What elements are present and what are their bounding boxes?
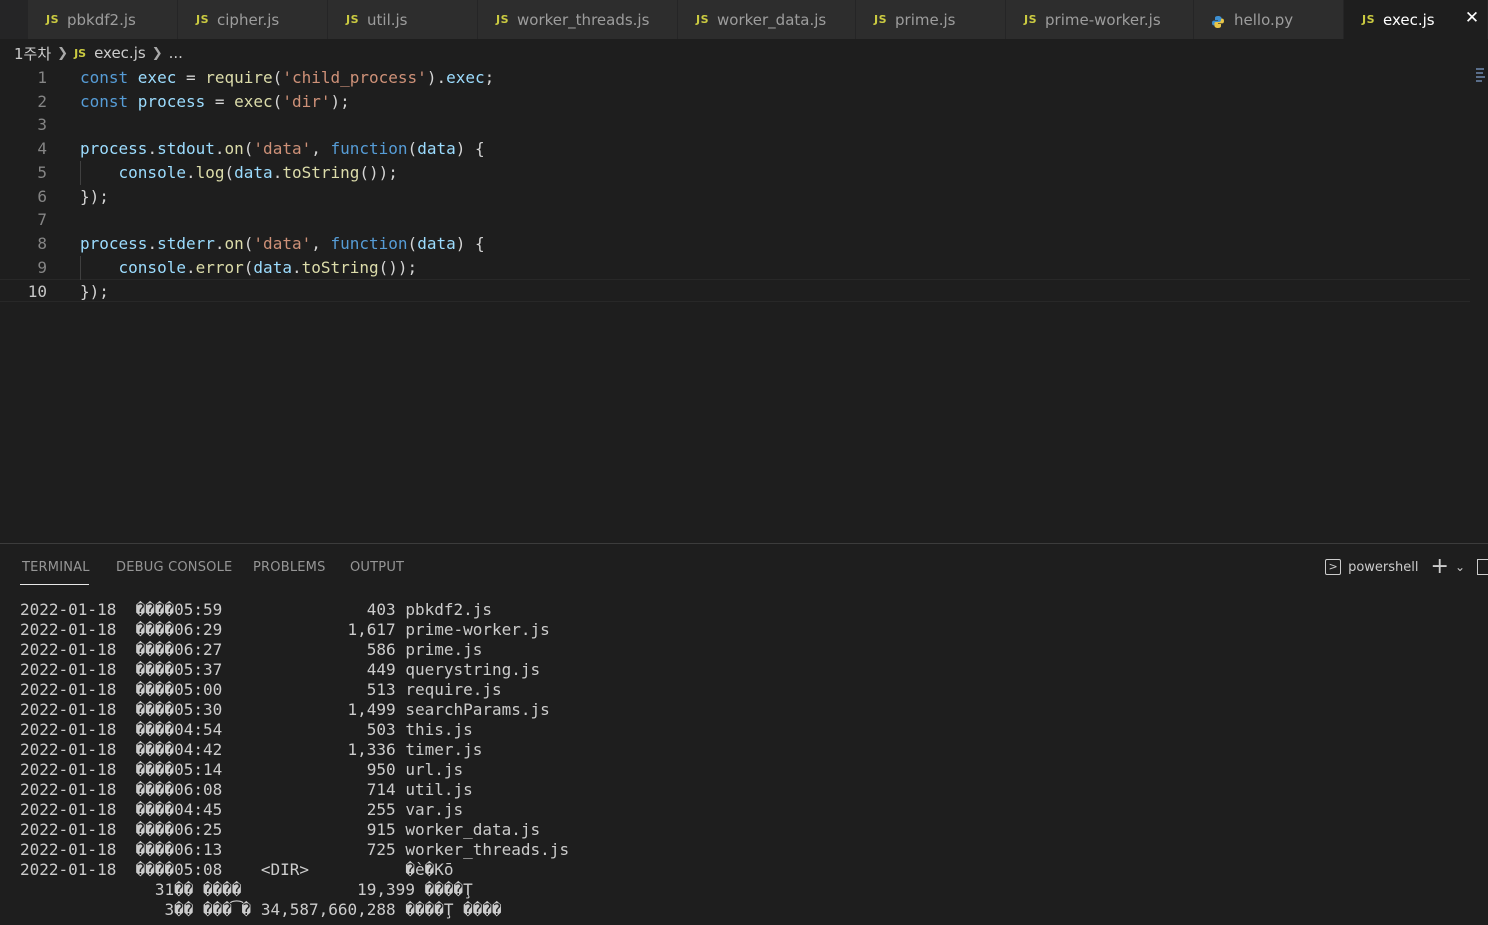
chevron-right-icon: ❯ <box>57 45 69 61</box>
line-number: 7 <box>37 210 47 229</box>
code-line: 7 <box>0 208 1470 231</box>
bottom-panel: TERMINAL DEBUG CONSOLE PROBLEMS OUTPUT >… <box>0 543 1488 925</box>
code-text: console.error(data.toString()); <box>118 258 418 277</box>
terminal-line: 2022-01-18 ����05:00 513 require.js <box>20 680 502 699</box>
code-line: 8 process.stderr.on('data', function(data… <box>0 232 1470 255</box>
tab-label: cipher.js <box>217 10 280 29</box>
tab-worker-data-js[interactable]: JS worker_data.js <box>678 0 856 39</box>
code-line: 6}); <box>0 185 1470 208</box>
tab-label: worker_threads.js <box>517 10 650 29</box>
terminal-line: 31�� ���� 19,399 ����Ţ <box>20 880 473 899</box>
code-line: 2 const process = exec('dir'); <box>0 90 1470 113</box>
terminal-line: 2022-01-18 ����06:25 915 worker_data.js <box>20 820 541 839</box>
terminal-line: 2022-01-18 ����04:42 1,336 timer.js <box>20 740 483 759</box>
tab-pbkdf2-js[interactable]: JS pbkdf2.js <box>28 0 178 39</box>
code-text: process.stderr.on('data', function(data)… <box>80 234 485 253</box>
tab-output[interactable]: OUTPUT <box>350 560 404 575</box>
tab-label: hello.py <box>1234 10 1294 29</box>
tab-worker-threads-js[interactable]: JS worker_threads.js <box>478 0 678 39</box>
tab-label: pbkdf2.js <box>67 10 136 29</box>
minimap[interactable] <box>1474 66 1488 96</box>
terminal-line: 2022-01-18 ����05:14 950 url.js <box>20 760 464 779</box>
breadcrumb-folder[interactable]: 1주차 <box>14 43 51 64</box>
terminal-line: 2022-01-18 ����04:54 503 this.js <box>20 720 473 739</box>
terminal-line: 2022-01-18 ����05:37 449 querystring.js <box>20 660 541 679</box>
indent-guide <box>80 256 81 280</box>
python-icon <box>1212 14 1224 28</box>
js-file-icon: JS <box>1024 13 1038 26</box>
terminal-line: 2022-01-18 ����06:08 714 util.js <box>20 780 473 799</box>
chevron-down-icon[interactable]: ⌄ <box>1455 560 1465 574</box>
js-file-icon: JS <box>696 13 710 26</box>
tab-debug-console[interactable]: DEBUG CONSOLE <box>116 560 232 575</box>
breadcrumb: 1주차 ❯ JS exec.js ❯ ... <box>14 43 183 63</box>
code-line: 5 console.log(data.toString()); <box>0 161 1470 184</box>
line-number: 4 <box>37 139 47 158</box>
js-file-icon: JS <box>1362 13 1376 26</box>
shell-selector[interactable]: powershell <box>1348 560 1418 575</box>
terminal-line: 2022-01-18 ����06:13 725 worker_threads.… <box>20 840 570 859</box>
indent-guide <box>80 161 81 185</box>
breadcrumb-file[interactable]: exec.js <box>94 44 146 62</box>
split-terminal-icon[interactable] <box>1477 559 1488 575</box>
js-file-icon: JS <box>346 13 360 26</box>
code-line: 10}); <box>0 279 1470 302</box>
terminal-line: 2022-01-18 ����05:59 403 pbkdf2.js <box>20 600 493 619</box>
tab-bar: JS pbkdf2.js JS cipher.js JS util.js JS worker_… <box>0 0 1488 39</box>
js-file-icon: JS <box>496 13 510 26</box>
tab-label: exec.js <box>1383 10 1435 29</box>
tab-hello-py[interactable]: hello.py <box>1194 0 1344 39</box>
code-text: const exec = require('child_process').ex… <box>80 68 495 87</box>
tab-label: prime-worker.js <box>1045 10 1161 29</box>
code-line: 3 <box>0 113 1470 136</box>
tab-terminal[interactable]: TERMINAL <box>22 560 90 575</box>
chevron-right-icon: ❯ <box>151 45 163 61</box>
line-number: 8 <box>37 234 47 253</box>
tab-util-js[interactable]: JS util.js <box>328 0 478 39</box>
line-number: 2 <box>37 92 47 111</box>
js-file-icon: JS <box>196 13 210 26</box>
line-number: 10 <box>27 282 47 301</box>
breadcrumb-more[interactable]: ... <box>169 44 183 62</box>
code-text: }); <box>80 187 109 206</box>
tab-prime-js[interactable]: JS prime.js <box>856 0 1006 39</box>
terminal-icon: > <box>1325 559 1342 575</box>
line-number: 1 <box>37 68 47 87</box>
add-terminal-icon[interactable]: + <box>1431 556 1449 578</box>
code-text: const process = exec('dir'); <box>80 92 350 111</box>
tab-label: prime.js <box>895 10 956 29</box>
code-line: 9 console.error(data.toString()); <box>0 256 1470 279</box>
line-number: 5 <box>37 163 47 182</box>
code-text: }); <box>80 282 109 301</box>
code-text: console.log(data.toString()); <box>118 163 398 182</box>
code-line: 1 const exec = require('child_process').e… <box>0 66 1470 89</box>
terminal-output[interactable]: 2022-01-18 ����05:59 403 pbkdf2.js 2022-0… <box>20 600 569 920</box>
js-file-icon: JS <box>46 13 60 26</box>
js-file-icon: JS <box>74 46 87 60</box>
terminal-line: 2022-01-18 ����05:30 1,499 searchParams.… <box>20 700 550 719</box>
terminal-line: 2022-01-18 ����06:29 1,617 prime-worker.… <box>20 620 550 639</box>
terminal-line: 2022-01-18 ����05:08 <DIR> �è�Kō <box>20 860 454 879</box>
terminal-line: 2022-01-18 ����06:27 586 prime.js <box>20 640 483 659</box>
tab-exec-js[interactable]: JS exec.js ✕ <box>1344 0 1488 39</box>
tab-prime-worker-js[interactable]: JS prime-worker.js <box>1006 0 1194 39</box>
js-file-icon: JS <box>874 13 888 26</box>
tab-label: worker_data.js <box>717 10 827 29</box>
close-icon[interactable]: ✕ <box>1461 7 1483 29</box>
code-editor[interactable]: 1 const exec = require('child_process').e… <box>0 66 1488 542</box>
line-number: 6 <box>37 187 47 206</box>
line-number: 3 <box>37 115 47 134</box>
line-number: 9 <box>37 258 47 277</box>
tab-cipher-js[interactable]: JS cipher.js <box>178 0 328 39</box>
terminal-line: 2022-01-18 ����04:45 255 var.js <box>20 800 464 819</box>
code-text: process.stdout.on('data', function(data)… <box>80 139 485 158</box>
tab-problems[interactable]: PROBLEMS <box>253 560 326 575</box>
code-line: 4 process.stdout.on('data', function(data… <box>0 137 1470 160</box>
panel-actions: > powershell + ⌄ <box>1325 556 1488 578</box>
active-tab-indicator <box>20 584 89 585</box>
terminal-line: 3�� ���͡� 34,587,660,288 ����Ţ ���� <box>20 900 502 919</box>
tab-label: util.js <box>367 10 408 29</box>
